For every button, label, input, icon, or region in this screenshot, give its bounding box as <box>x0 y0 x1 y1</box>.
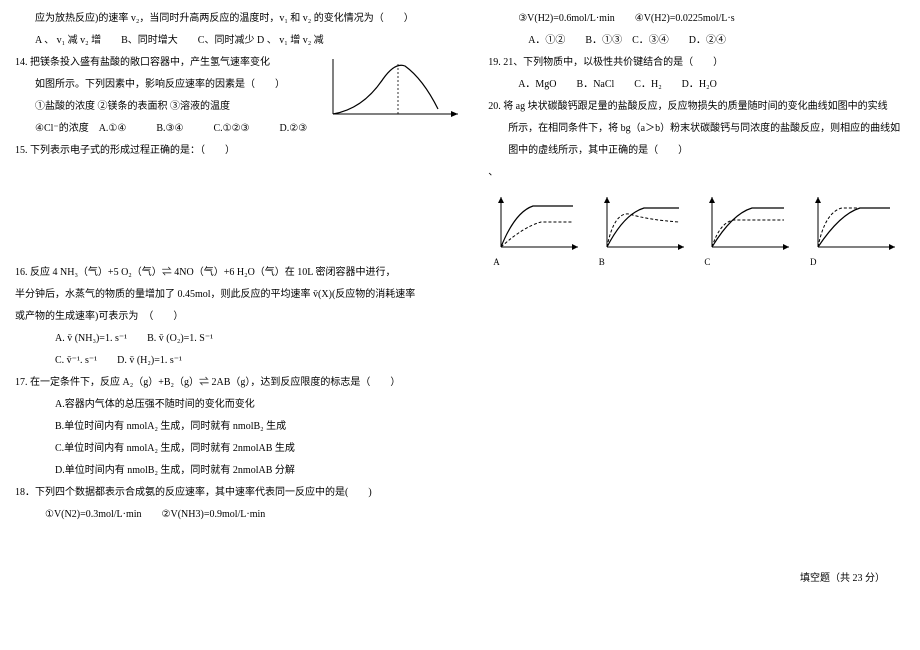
q13-options: A 、 v₁ 减 v₂ 增 B、同时增大 C、同时减少 D 、 v₁ 增 v₂ … <box>15 32 468 50</box>
left-column: 应为放热反应)的速率 v₂，当同时升高两反应的温度时，v₁ 和 v₂ 的变化情况… <box>5 10 478 640</box>
q15-line: 15. 下列表示电子式的形成过程正确的是：（ ） <box>15 142 468 160</box>
q17-opt-c: C.单位时间内有 nmolA₂ 生成，同时就有 2nmolAB 生成 <box>15 440 468 458</box>
chart-b: B <box>599 192 689 270</box>
chart-c: C <box>704 192 794 270</box>
q20-backtick: 、 <box>488 164 905 182</box>
q16-opt-cd: C. v̄⁻¹. s⁻¹ D. v̄ (H₂)=1. s⁻¹ <box>15 352 468 370</box>
right-column: ③V(H2)=0.6mol/L·min ④V(H2)=0.0225mol/L·s… <box>478 10 915 640</box>
q17-opt-a: A.容器内气体的总压强不随时间的变化而变化 <box>15 396 468 414</box>
q18-line3: ③V(H2)=0.6mol/L·min ④V(H2)=0.0225mol/L·s <box>488 10 905 28</box>
q18-options: A．①② B．①③ C．③④ D．②④ <box>488 32 905 50</box>
q16-line2: 半分钟后，水蒸气的物质的量增加了 0.45mol，则此反应的平均速率 v̄(X)… <box>15 286 468 304</box>
q20-line1: 20. 将 ag 块状碳酸钙跟足量的盐酸反应，反应物损失的质量随时间的变化曲线如… <box>488 98 905 116</box>
q16-line1: 16. 反应 4 NH₃（气）+5 O₂（气）⇌ 4NO（气）+6 H₂O（气）… <box>15 264 468 282</box>
q17-line1: 17. 在一定条件下，反应 A₂（g）+B₂（g）⇌ 2AB（g），达到反应限度… <box>15 374 468 392</box>
q20-line2: 所示，在相同条件下，将 bg（a＞b）粉末状碳酸钙与同浓度的盐酸反应，则相应的曲… <box>488 120 905 138</box>
q20-charts: A B C <box>488 192 905 270</box>
section-fill-blank: 填空题（共 23 分） <box>488 570 905 588</box>
q20-line3: 图中的虚线所示，其中正确的是（ ） <box>488 142 905 160</box>
q14-block: 14. 把镁条投入盛有盐酸的敞口容器中，产生氢气速率变化 如图所示。下列因素中，… <box>15 54 468 142</box>
q18-line2: ①V(N2)=0.3mol/L·min ②V(NH3)=0.9mol/L·min <box>15 506 468 524</box>
q19-options: A．MgO B．NaCl C．H₂ D．H₂O <box>488 76 905 94</box>
q16-line3: 或产物的生成速率)可表示为 （ ） <box>15 308 468 326</box>
chart-b-label: B <box>599 257 605 267</box>
q18-line1: 18．下列四个数据都表示合成氨的反应速率，其中速率代表同一反应中的是( ) <box>15 484 468 502</box>
q17-opt-b: B.单位时间内有 nmolA₂ 生成，同时就有 nmolB₂ 生成 <box>15 418 468 436</box>
q16-opt-ab: A. v̄ (NH₃)=1. s⁻¹ B. v̄ (O₂)=1. S⁻¹ <box>15 330 468 348</box>
chart-a-label: A <box>493 257 500 267</box>
chart-c-label: C <box>704 257 710 267</box>
chart-d-label: D <box>810 257 817 267</box>
q19-line1: 19. 21、下列物质中，以极性共价键结合的是（ ） <box>488 54 905 72</box>
q17-opt-d: D.单位时间内有 nmolB₂ 生成，同时就有 2nmolAB 分解 <box>15 462 468 480</box>
rate-curve-figure <box>323 54 463 131</box>
chart-d: D <box>810 192 900 270</box>
q13-continuation: 应为放热反应)的速率 v₂，当同时升高两反应的温度时，v₁ 和 v₂ 的变化情况… <box>15 10 468 28</box>
chart-a: A <box>493 192 583 270</box>
